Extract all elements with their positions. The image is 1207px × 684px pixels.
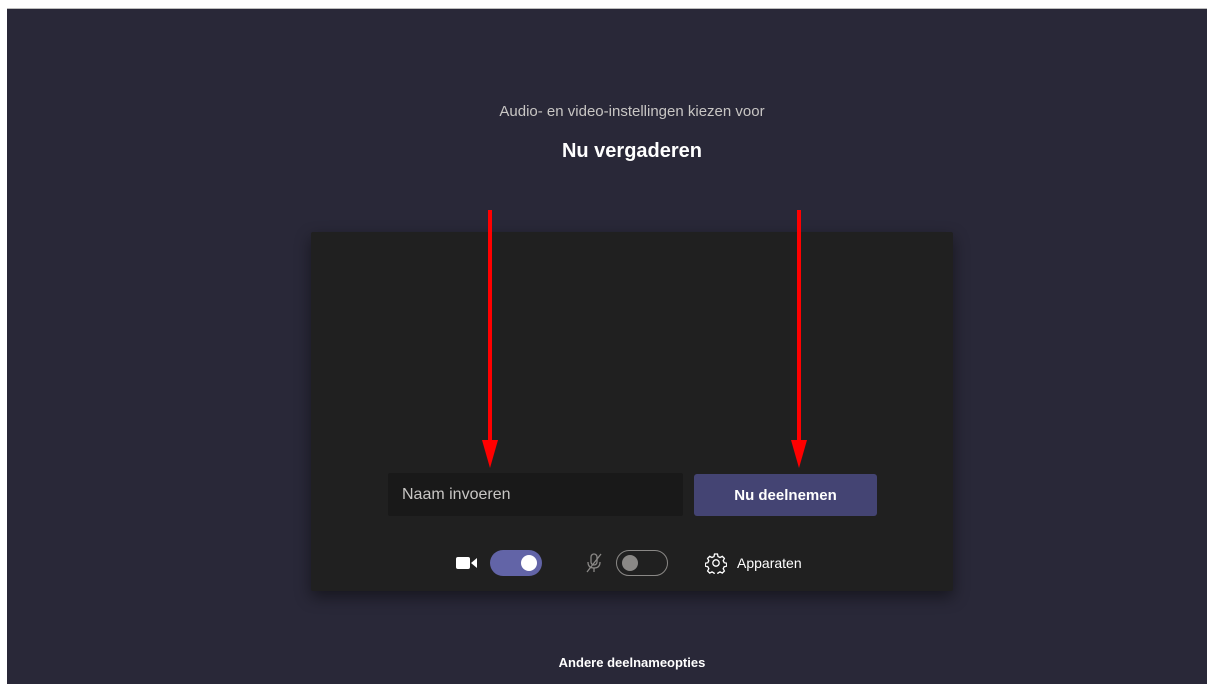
annotation-arrow-name-input — [482, 210, 498, 468]
video-preview — [311, 232, 953, 591]
devices-button[interactable]: Apparaten — [705, 552, 802, 574]
camera-toggle-knob — [521, 555, 537, 571]
annotation-arrow-join-button — [791, 210, 807, 468]
devices-label: Apparaten — [737, 555, 802, 571]
video-camera-icon — [456, 557, 477, 569]
other-join-options-link[interactable]: Andere deelnameopties — [0, 655, 1207, 670]
meeting-title: Nu vergaderen — [561, 140, 703, 162]
page-subtitle: Audio- en video-instellingen kiezen voor — [499, 103, 765, 120]
camera-toggle[interactable] — [490, 550, 542, 576]
join-now-button[interactable]: Nu deelnemen — [694, 474, 877, 516]
mic-off-icon — [586, 553, 602, 573]
gear-icon — [705, 553, 727, 574]
microphone-toggle[interactable] — [616, 550, 668, 576]
name-input[interactable] — [388, 473, 683, 516]
microphone-toggle-knob — [622, 555, 638, 571]
